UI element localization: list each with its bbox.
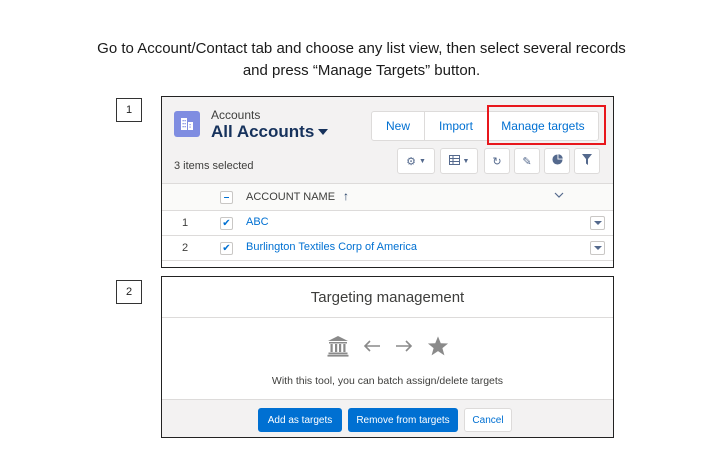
chevron-down-icon[interactable] xyxy=(554,190,568,204)
filter-button[interactable] xyxy=(574,148,600,174)
modal-footer: Add as targets Remove from targets Cance… xyxy=(162,399,613,437)
instruction-line-2: and press “Manage Targets” button. xyxy=(242,62,481,79)
items-selected-count: 3 items selected xyxy=(174,160,254,172)
star-icon xyxy=(427,335,449,362)
list-view-header: Accounts All Accounts New Import Manage … xyxy=(162,97,613,184)
instruction-line-1: Go to Account/Contact tab and choose any… xyxy=(97,40,626,57)
row-checkbox[interactable]: ✔ xyxy=(220,242,233,255)
arrow-up-icon: ↑ xyxy=(343,189,349,203)
object-label: Accounts xyxy=(211,108,261,122)
table-row[interactable]: 2 ✔ Burlington Textiles Corp of America xyxy=(162,236,613,261)
list-view-name[interactable]: All Accounts xyxy=(211,122,314,142)
caret-down-icon xyxy=(593,246,602,250)
targeting-modal-screenshot: Targeting management With this tool, you… xyxy=(161,276,614,438)
arrow-right-icon xyxy=(395,339,413,358)
remove-from-targets-button[interactable]: Remove from targets xyxy=(348,408,458,432)
select-all-checkbox[interactable]: – xyxy=(220,191,233,204)
row-checkbox[interactable]: ✔ xyxy=(220,217,233,230)
cancel-button[interactable]: Cancel xyxy=(464,408,512,432)
list-view-screenshot: Accounts All Accounts New Import Manage … xyxy=(161,96,614,268)
table-icon xyxy=(448,154,460,168)
row-actions-dropdown[interactable] xyxy=(590,216,605,230)
add-as-targets-button[interactable]: Add as targets xyxy=(258,408,342,432)
table-header-row: – ACCOUNT NAME ↑ xyxy=(162,184,613,211)
manage-targets-highlight xyxy=(487,105,606,145)
chevron-down-icon[interactable] xyxy=(318,129,328,135)
account-name-link[interactable]: ABC xyxy=(246,216,269,228)
bank-icon xyxy=(327,335,349,362)
new-button[interactable]: New xyxy=(371,111,425,141)
display-as-button[interactable]: ▼ xyxy=(440,148,478,174)
refresh-icon: ↻ xyxy=(492,155,502,168)
edit-button[interactable]: ✎ xyxy=(514,148,540,174)
refresh-button[interactable]: ↻ xyxy=(484,148,510,174)
account-name-link[interactable]: Burlington Textiles Corp of America xyxy=(246,241,417,253)
charts-button[interactable] xyxy=(544,148,570,174)
modal-title: Targeting management xyxy=(162,277,613,318)
row-number: 1 xyxy=(182,217,189,229)
step-number-2: 2 xyxy=(116,280,142,304)
arrow-left-icon xyxy=(363,339,381,358)
row-number: 2 xyxy=(182,242,189,254)
pie-chart-icon xyxy=(551,154,563,168)
filter-icon xyxy=(582,154,592,168)
gear-icon: ⚙ xyxy=(406,155,416,168)
modal-icon-row xyxy=(162,335,613,362)
settings-menu-button[interactable]: ⚙ ▼ xyxy=(397,148,435,174)
modal-description: With this tool, you can batch assign/del… xyxy=(271,375,504,387)
step-number-1: 1 xyxy=(116,98,142,122)
table-row[interactable]: 1 ✔ ABC xyxy=(162,211,613,236)
import-button[interactable]: Import xyxy=(425,111,488,141)
column-header-account-name[interactable]: ACCOUNT NAME xyxy=(246,191,335,203)
accounts-icon xyxy=(174,111,200,137)
row-actions-dropdown[interactable] xyxy=(590,241,605,255)
caret-down-icon xyxy=(593,221,602,225)
pencil-icon: ✎ xyxy=(522,155,532,168)
